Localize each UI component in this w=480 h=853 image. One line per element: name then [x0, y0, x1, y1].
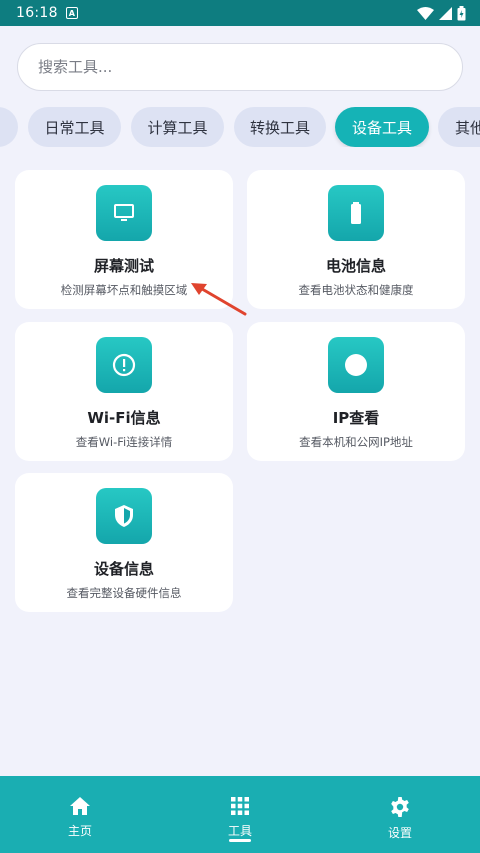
- nav-item-tools[interactable]: 工具: [160, 776, 320, 853]
- tool-title: 电池信息: [325, 257, 386, 275]
- nav-item-settings[interactable]: 设置: [320, 776, 480, 853]
- annotation-arrow-icon: [191, 283, 247, 316]
- dot-icon: [345, 354, 367, 376]
- status-bar: 16:18 A: [0, 0, 480, 26]
- nav-label: 工具: [227, 824, 252, 838]
- tool-tile: [328, 185, 384, 241]
- search-input[interactable]: [38, 58, 442, 76]
- tool-tile: [96, 185, 152, 241]
- home-icon: [70, 797, 90, 815]
- gear-icon: [391, 797, 409, 817]
- tool-card-ip[interactable]: IP查看 查看本机和公网IP地址: [247, 322, 465, 461]
- nav-item-home[interactable]: 主页: [0, 776, 160, 853]
- nav-label: 设置: [387, 826, 412, 840]
- tool-desc: 查看电池状态和健康度: [298, 283, 414, 297]
- wifi-icon: [417, 6, 434, 20]
- tool-title: 设备信息: [93, 560, 154, 578]
- battery-status-icon: [457, 5, 466, 20]
- grid-icon: [231, 797, 249, 815]
- tool-desc: 检测屏幕坏点和触摸区域: [60, 283, 188, 297]
- info-circle-icon: [112, 353, 136, 377]
- category-tabs: 日常工具 计算工具 转换工具 设备工具 其他: [0, 107, 480, 147]
- category-chip-calc[interactable]: 计算工具: [131, 107, 224, 147]
- tool-desc: 查看本机和公网IP地址: [299, 435, 413, 449]
- nav-label: 主页: [67, 824, 92, 838]
- monitor-icon: [114, 204, 134, 221]
- status-indicators: [417, 5, 466, 21]
- tool-title: IP查看: [332, 409, 380, 427]
- bottom-navigation: 主页 工具 设置: [0, 776, 480, 853]
- tool-desc: 查看完整设备硬件信息: [66, 586, 182, 600]
- battery-icon: [351, 202, 361, 224]
- signal-icon: [439, 6, 452, 20]
- notification-badge-icon: A: [65, 7, 78, 19]
- tool-tile: [96, 488, 152, 544]
- tool-card-battery[interactable]: 电池信息 查看电池状态和健康度: [247, 170, 465, 309]
- tool-tile: [328, 337, 384, 393]
- search-bar[interactable]: [17, 43, 463, 91]
- category-chip-daily[interactable]: 日常工具: [28, 107, 121, 147]
- tool-card-wifi[interactable]: Wi-Fi信息 查看Wi-Fi连接详情: [15, 322, 233, 461]
- tool-title: 屏幕测试: [93, 257, 154, 275]
- category-chip-convert[interactable]: 转换工具: [234, 107, 326, 147]
- tool-tile: [96, 337, 152, 393]
- tool-desc: 查看Wi-Fi连接详情: [75, 435, 173, 449]
- category-chip-partial[interactable]: [0, 107, 18, 147]
- tool-card-device-info[interactable]: 设备信息 查看完整设备硬件信息: [15, 473, 233, 612]
- tool-title: Wi-Fi信息: [87, 409, 161, 427]
- shield-icon: [115, 505, 133, 527]
- category-chip-device[interactable]: 设备工具: [335, 107, 429, 147]
- status-time: 16:18: [16, 5, 58, 21]
- active-tab-indicator: [229, 839, 251, 842]
- category-chip-other[interactable]: 其他: [438, 107, 480, 147]
